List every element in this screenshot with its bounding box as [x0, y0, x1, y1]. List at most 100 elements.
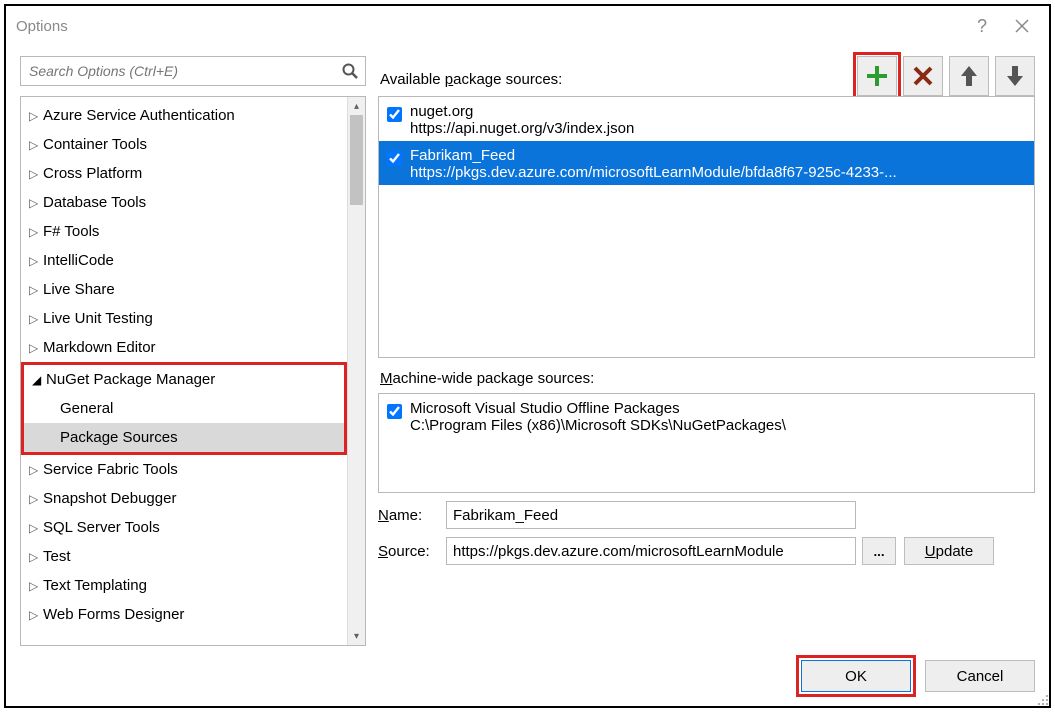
move-down-button[interactable]: [995, 56, 1035, 96]
tree-item[interactable]: ▷Azure Service Authentication: [21, 101, 347, 130]
source-enabled-checkbox[interactable]: [387, 151, 402, 166]
tree-item[interactable]: ◢NuGet Package Manager: [24, 365, 344, 394]
source-name: Microsoft Visual Studio Offline Packages: [410, 400, 1026, 417]
help-button[interactable]: ?: [965, 12, 999, 40]
titlebar: Options ?: [6, 6, 1049, 46]
cancel-button[interactable]: Cancel: [925, 660, 1035, 692]
source-input[interactable]: [446, 537, 856, 565]
tree-item-label: SQL Server Tools: [43, 519, 160, 536]
caret-right-icon: ▷: [29, 492, 43, 506]
caret-right-icon: ▷: [29, 225, 43, 239]
arrow-down-icon: [1005, 64, 1025, 88]
tree-item[interactable]: ▷Cross Platform: [21, 159, 347, 188]
name-label: Name:: [378, 507, 446, 524]
tree-item[interactable]: ▷Service Fabric Tools: [21, 455, 347, 484]
tree-item-label: Cross Platform: [43, 165, 142, 182]
tree-child-item[interactable]: General: [24, 394, 344, 423]
tree-item[interactable]: ▷Text Templating: [21, 571, 347, 600]
tree-item[interactable]: ▷SQL Server Tools: [21, 513, 347, 542]
search-icon: [341, 62, 359, 80]
tree-item-label: Test: [43, 548, 71, 565]
tree-item[interactable]: ▷Test: [21, 542, 347, 571]
close-button[interactable]: [1005, 12, 1039, 40]
right-pane: Available package sources:: [378, 56, 1035, 646]
window-title: Options: [16, 18, 959, 35]
caret-right-icon: ▷: [29, 167, 43, 181]
options-tree: ▷Azure Service Authentication▷Container …: [20, 96, 366, 646]
browse-button[interactable]: ...: [862, 537, 896, 565]
tree-item-label: Live Unit Testing: [43, 310, 153, 327]
tree-item-label: Package Sources: [60, 429, 178, 446]
tree-item-label: Snapshot Debugger: [43, 490, 176, 507]
left-pane: ▷Azure Service Authentication▷Container …: [20, 56, 366, 646]
tree-item-label: Live Share: [43, 281, 115, 298]
source-url: https://pkgs.dev.azure.com/microsoftLear…: [410, 164, 1026, 181]
ok-button[interactable]: OK: [801, 660, 911, 692]
search-options[interactable]: [20, 56, 366, 86]
tree-item[interactable]: ▷Container Tools: [21, 130, 347, 159]
scroll-up-icon[interactable]: ▴: [348, 97, 365, 115]
scroll-down-icon[interactable]: ▾: [348, 627, 365, 645]
move-up-button[interactable]: [949, 56, 989, 96]
tree-child-item[interactable]: Package Sources: [24, 423, 344, 452]
plus-icon: [865, 64, 889, 88]
tree-item-label: NuGet Package Manager: [46, 371, 215, 388]
tree-item-label: Service Fabric Tools: [43, 461, 178, 478]
name-input[interactable]: [446, 501, 856, 529]
machine-sources-list[interactable]: Microsoft Visual Studio Offline Packages…: [378, 393, 1035, 493]
available-sources-list[interactable]: nuget.orghttps://api.nuget.org/v3/index.…: [378, 96, 1035, 358]
tree-item-label: Database Tools: [43, 194, 146, 211]
tree-item-label: Azure Service Authentication: [43, 107, 235, 124]
tree-item[interactable]: ▷F# Tools: [21, 217, 347, 246]
tree-item[interactable]: ▷Web Forms Designer: [21, 600, 347, 629]
tree-scrollbar[interactable]: ▴ ▾: [347, 97, 365, 645]
caret-down-icon: ◢: [32, 373, 46, 387]
available-sources-label: Available package sources:: [380, 71, 562, 88]
caret-right-icon: ▷: [29, 283, 43, 297]
x-icon: [912, 65, 934, 87]
resize-grip-icon[interactable]: [1035, 692, 1049, 706]
tree-item-label: IntelliCode: [43, 252, 114, 269]
tree-item[interactable]: ▷IntelliCode: [21, 246, 347, 275]
search-input[interactable]: [27, 62, 341, 80]
question-icon: ?: [977, 16, 987, 37]
package-source-item[interactable]: Fabrikam_Feedhttps://pkgs.dev.azure.com/…: [379, 141, 1034, 185]
caret-right-icon: ▷: [29, 312, 43, 326]
tree-item[interactable]: ▷Snapshot Debugger: [21, 484, 347, 513]
dialog-footer: OK Cancel: [6, 646, 1049, 706]
tree-item[interactable]: ▷Markdown Editor: [21, 333, 347, 362]
tree-item-label: F# Tools: [43, 223, 99, 240]
package-source-item[interactable]: Microsoft Visual Studio Offline Packages…: [379, 394, 1034, 438]
nuget-section-highlight: ◢NuGet Package ManagerGeneralPackage Sou…: [21, 362, 347, 455]
caret-right-icon: ▷: [29, 463, 43, 477]
source-url: https://api.nuget.org/v3/index.json: [410, 120, 1026, 137]
tree-item-label: Text Templating: [43, 577, 147, 594]
remove-source-button[interactable]: [903, 56, 943, 96]
caret-right-icon: ▷: [29, 109, 43, 123]
update-button[interactable]: Update: [904, 537, 994, 565]
add-source-button[interactable]: [857, 56, 897, 96]
tree-item[interactable]: ▷Live Share: [21, 275, 347, 304]
machine-sources-label: Machine-wide package sources:: [380, 370, 1035, 387]
source-label: Source:: [378, 543, 446, 560]
tree-item-label: Web Forms Designer: [43, 606, 184, 623]
source-name: nuget.org: [410, 103, 1026, 120]
scroll-thumb[interactable]: [350, 115, 363, 205]
caret-right-icon: ▷: [29, 254, 43, 268]
arrow-up-icon: [959, 64, 979, 88]
caret-right-icon: ▷: [29, 608, 43, 622]
options-dialog: Options ? ▷Azure Service Authentication▷…: [4, 4, 1051, 708]
caret-right-icon: ▷: [29, 550, 43, 564]
package-source-item[interactable]: nuget.orghttps://api.nuget.org/v3/index.…: [379, 97, 1034, 141]
source-enabled-checkbox[interactable]: [387, 107, 402, 122]
source-name: Fabrikam_Feed: [410, 147, 1026, 164]
tree-item[interactable]: ▷Database Tools: [21, 188, 347, 217]
caret-right-icon: ▷: [29, 521, 43, 535]
caret-right-icon: ▷: [29, 341, 43, 355]
caret-right-icon: ▷: [29, 196, 43, 210]
source-enabled-checkbox[interactable]: [387, 404, 402, 419]
tree-item-label: Container Tools: [43, 136, 147, 153]
caret-right-icon: ▷: [29, 138, 43, 152]
tree-item[interactable]: ▷Live Unit Testing: [21, 304, 347, 333]
tree-item-label: Markdown Editor: [43, 339, 156, 356]
